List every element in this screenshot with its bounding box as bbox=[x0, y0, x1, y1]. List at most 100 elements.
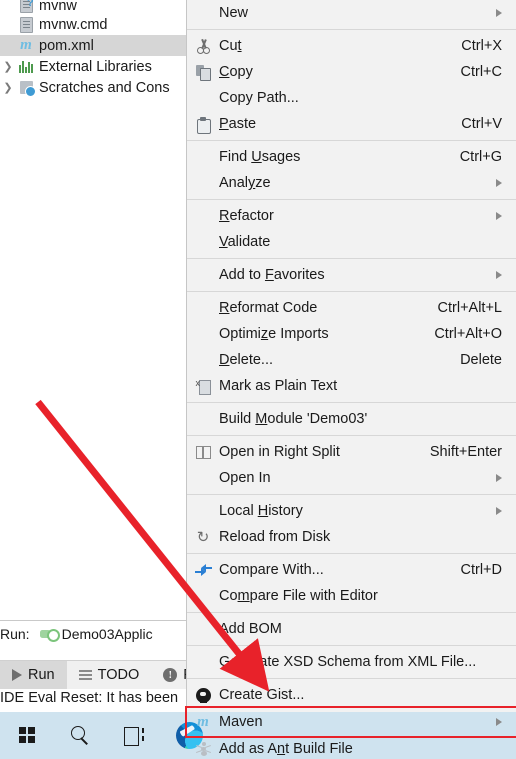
menu-item-label: Add to Favorites bbox=[219, 267, 325, 283]
status-message: IDE Eval Reset: It has been bbox=[0, 690, 186, 712]
run-configuration-icon bbox=[39, 627, 60, 642]
tool-tab-run[interactable]: Run bbox=[0, 661, 67, 689]
menu-separator bbox=[187, 612, 516, 613]
file-script-icon bbox=[16, 16, 36, 34]
menu-item-refactor[interactable]: Refactor bbox=[187, 203, 516, 229]
cut-icon bbox=[187, 38, 219, 54]
menu-item-label: Maven bbox=[219, 714, 263, 730]
menu-item-delete[interactable]: Delete... Delete bbox=[187, 347, 516, 373]
paste-icon bbox=[187, 116, 219, 134]
menu-item-add-bom[interactable]: Add BOM bbox=[187, 616, 516, 642]
menu-separator bbox=[187, 140, 516, 141]
menu-item-analyze[interactable]: Analyze bbox=[187, 170, 516, 196]
menu-item-label: Find Usages bbox=[219, 149, 301, 165]
menu-item-optimize-imports[interactable]: Optimize Imports Ctrl+Alt+O bbox=[187, 321, 516, 347]
menu-separator bbox=[187, 29, 516, 30]
run-tool-window: Run: Demo03Applic bbox=[0, 620, 186, 663]
split-editor-icon bbox=[187, 445, 219, 459]
tree-item-pom-xml[interactable]: m pom.xml bbox=[0, 35, 186, 56]
maven-file-icon: m bbox=[20, 37, 32, 53]
menu-item-label: Validate bbox=[219, 234, 271, 250]
menu-item-find-usages[interactable]: Find Usages Ctrl+G bbox=[187, 144, 516, 170]
menu-item-validate[interactable]: Validate bbox=[187, 229, 516, 255]
menu-item-label: Local History bbox=[219, 503, 303, 519]
menu-separator bbox=[187, 291, 516, 292]
project-tree-panel[interactable]: ? mvnw mvnw.cmd m pom.xml ❯ External Lib… bbox=[0, 0, 186, 632]
menu-item-label: Open in Right Split bbox=[219, 444, 340, 460]
menu-item-build-module-demo03[interactable]: Build Module 'Demo03' bbox=[187, 406, 516, 432]
list-icon bbox=[78, 670, 92, 680]
menu-item-shortcut: Ctrl+G bbox=[459, 149, 502, 165]
reload-icon: ↻ bbox=[196, 528, 210, 546]
menu-item-compare-file-with-editor[interactable]: Compare File with Editor bbox=[187, 583, 516, 609]
menu-item-open-in-right-split[interactable]: Open in Right Split Shift+Enter bbox=[187, 439, 516, 465]
run-configuration-tab[interactable]: Demo03Applic bbox=[39, 626, 153, 642]
tool-tab-todo[interactable]: TODO bbox=[67, 661, 152, 689]
menu-separator bbox=[187, 678, 516, 679]
tree-item-mvnw[interactable]: ? mvnw bbox=[0, 0, 186, 14]
tree-item-mvnw-cmd[interactable]: mvnw.cmd bbox=[0, 14, 186, 35]
menu-item-compare-with[interactable]: Compare With... Ctrl+D bbox=[187, 557, 516, 583]
task-view-icon bbox=[124, 726, 146, 746]
search-icon bbox=[71, 725, 91, 746]
submenu-arrow-icon bbox=[496, 474, 502, 482]
menu-item-copy-path[interactable]: Copy Path... bbox=[187, 85, 516, 111]
menu-item-label: Add as Ant Build File bbox=[219, 741, 353, 757]
menu-item-label: Reload from Disk bbox=[219, 529, 331, 545]
chevron-right-icon[interactable]: ❯ bbox=[0, 81, 16, 94]
menu-item-maven[interactable]: m Maven bbox=[185, 706, 516, 738]
menu-separator bbox=[187, 645, 516, 646]
menu-separator bbox=[187, 435, 516, 436]
run-configuration-name: Demo03Applic bbox=[61, 626, 153, 642]
menu-item-new[interactable]: New bbox=[187, 0, 516, 26]
menu-item-copy[interactable]: Copy Ctrl+C bbox=[187, 59, 516, 85]
menu-item-paste[interactable]: Paste Ctrl+V bbox=[187, 111, 516, 137]
menu-separator bbox=[187, 199, 516, 200]
menu-separator bbox=[187, 402, 516, 403]
menu-item-label: Optimize Imports bbox=[219, 326, 329, 342]
menu-item-mark-as-plain-text[interactable]: Mark as Plain Text bbox=[187, 373, 516, 399]
ant-icon bbox=[187, 741, 219, 757]
run-label: Run: bbox=[0, 626, 30, 642]
menu-item-label: Reformat Code bbox=[219, 300, 318, 316]
submenu-arrow-icon bbox=[496, 9, 502, 17]
menu-item-local-history[interactable]: Local History bbox=[187, 498, 516, 524]
menu-separator bbox=[187, 494, 516, 495]
bottom-tool-window-bar[interactable]: Run TODO ! P bbox=[0, 660, 193, 689]
menu-item-add-to-favorites[interactable]: Add to Favorites bbox=[187, 262, 516, 288]
menu-item-label: Mark as Plain Text bbox=[219, 378, 338, 394]
submenu-arrow-icon bbox=[496, 179, 502, 187]
menu-item-reformat-code[interactable]: Reformat Code Ctrl+Alt+L bbox=[187, 295, 516, 321]
menu-separator bbox=[187, 553, 516, 554]
menu-item-label: Build Module 'Demo03' bbox=[219, 411, 368, 427]
submenu-arrow-icon bbox=[496, 271, 502, 279]
menu-item-label: Copy bbox=[219, 64, 253, 80]
menu-item-open-in[interactable]: Open In bbox=[187, 465, 516, 491]
tree-item-external-libraries[interactable]: ❯ External Libraries bbox=[0, 56, 186, 77]
menu-item-label: Paste bbox=[219, 116, 257, 132]
context-menu[interactable]: New Cut Ctrl+X Copy Ctrl+C Copy Path... Paste C… bbox=[185, 0, 516, 757]
menu-item-label: Refactor bbox=[219, 208, 274, 224]
menu-item-label: Create Gist... bbox=[219, 687, 305, 703]
submenu-arrow-icon bbox=[496, 718, 502, 726]
info-icon: ! bbox=[163, 668, 178, 682]
taskbar-search-button[interactable] bbox=[54, 712, 108, 759]
task-view-button[interactable] bbox=[108, 712, 162, 759]
menu-item-shortcut: Ctrl+C bbox=[460, 64, 503, 80]
tree-item-label: mvnw.cmd bbox=[39, 16, 108, 33]
tree-item-label: External Libraries bbox=[39, 58, 152, 75]
maven-icon: m bbox=[197, 713, 209, 730]
menu-item-create-gist[interactable]: Create Gist... bbox=[187, 682, 516, 708]
menu-item-label: Analyze bbox=[219, 175, 271, 191]
menu-item-cut[interactable]: Cut Ctrl+X bbox=[187, 33, 516, 59]
menu-item-reload-from-disk[interactable]: ↻ Reload from Disk bbox=[187, 524, 516, 550]
tool-tab-label: TODO bbox=[97, 667, 140, 683]
tree-item-label: pom.xml bbox=[39, 37, 94, 54]
menu-item-label: New bbox=[219, 5, 249, 21]
tree-item-scratches-and-consoles[interactable]: ❯ Scratches and Cons bbox=[0, 77, 186, 98]
chevron-right-icon[interactable]: ❯ bbox=[0, 60, 16, 73]
menu-item-generate-xsd-schema-from-xml-file[interactable]: Generate XSD Schema from XML File... bbox=[187, 649, 516, 675]
menu-item-label: Copy Path... bbox=[219, 90, 299, 106]
menu-item-add-as-ant-build-file[interactable]: Add as Ant Build File bbox=[187, 736, 516, 759]
start-button[interactable] bbox=[0, 712, 54, 759]
